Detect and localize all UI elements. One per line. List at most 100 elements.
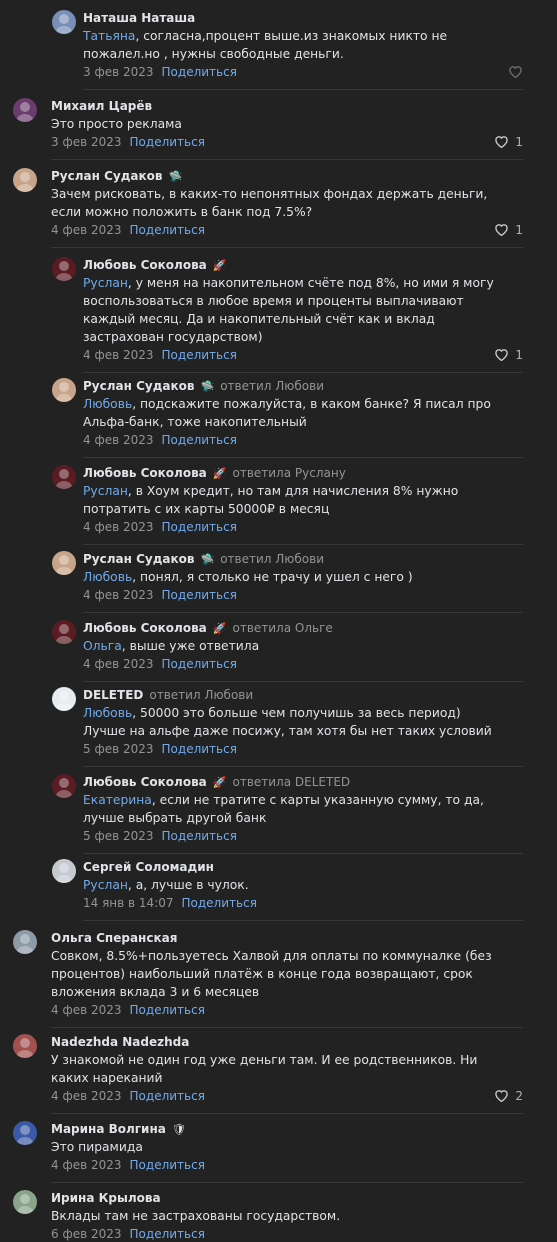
reply-to-label[interactable]: ответил Любови	[220, 379, 324, 393]
reply-to-label[interactable]: ответила Руслану	[232, 466, 345, 480]
mention-link[interactable]: Екатерина	[83, 793, 152, 807]
comment-author[interactable]: Любовь Соколова	[83, 775, 207, 789]
comment-author[interactable]: Любовь Соколова	[83, 466, 207, 480]
share-button[interactable]: Поделиться	[162, 742, 237, 756]
comment-date[interactable]: 4 фев 2023	[51, 1003, 122, 1017]
avatar[interactable]	[52, 257, 76, 281]
comment-body: , подскажите пожалуйста, в каком банке? …	[83, 397, 491, 429]
heart-icon	[494, 347, 509, 362]
comment-author[interactable]: Любовь Соколова	[83, 258, 207, 272]
heart-icon	[494, 134, 509, 149]
like-count: 2	[515, 1088, 523, 1103]
comment-body: Это пирамида	[51, 1140, 143, 1154]
share-button[interactable]: Поделиться	[162, 588, 237, 602]
share-button[interactable]: Поделиться	[162, 657, 237, 671]
comment-author[interactable]: Руслан Судаков	[83, 552, 195, 566]
comment-author[interactable]: Сергей Соломадин	[83, 860, 214, 874]
comment-date[interactable]: 4 фев 2023	[51, 223, 122, 237]
share-button[interactable]: Поделиться	[162, 433, 237, 447]
share-button[interactable]: Поделиться	[162, 348, 237, 362]
comment-text: Ольга, выше уже ответила	[83, 637, 507, 655]
comment-body: Совком, 8.5%+пользуетесь Халвой для опла…	[51, 949, 492, 999]
mention-link[interactable]: Татьяна	[83, 29, 135, 43]
reply-to-label[interactable]: ответила Ольге	[232, 621, 332, 635]
avatar[interactable]	[52, 10, 76, 34]
divider	[51, 1182, 523, 1183]
share-button[interactable]: Поделиться	[130, 135, 205, 149]
avatar[interactable]	[13, 1190, 37, 1214]
comment-body: , выше уже ответила	[121, 639, 260, 653]
comment-author[interactable]: Марина Волгина	[51, 1122, 166, 1136]
comment-date[interactable]: 4 фев 2023	[83, 348, 154, 362]
heart-icon	[508, 64, 523, 79]
comment-date[interactable]: 5 фев 2023	[83, 829, 154, 843]
comment-author[interactable]: DELETED	[83, 688, 143, 702]
mention-link[interactable]: Руслан	[83, 484, 128, 498]
divider	[83, 457, 523, 458]
avatar[interactable]	[52, 551, 76, 575]
comment-date[interactable]: 4 фев 2023	[83, 520, 154, 534]
share-button[interactable]: Поделиться	[130, 223, 205, 237]
comment-author[interactable]: Руслан Судаков	[83, 379, 195, 393]
share-button[interactable]: Поделиться	[162, 829, 237, 843]
share-button[interactable]: Поделиться	[182, 896, 257, 910]
comment-date[interactable]: 4 фев 2023	[51, 1089, 122, 1103]
comment-text: Совком, 8.5%+пользуетесь Халвой для опла…	[51, 947, 507, 1001]
share-button[interactable]: Поделиться	[130, 1003, 205, 1017]
avatar[interactable]	[52, 465, 76, 489]
like-button[interactable]: 1	[494, 347, 523, 363]
reply-to-label[interactable]: ответил Любови	[149, 688, 253, 702]
reply-to-label[interactable]: ответил Любови	[220, 552, 324, 566]
divider	[83, 853, 523, 854]
reply-to-label[interactable]: ответила DELETED	[232, 775, 350, 789]
like-button[interactable]: 2	[494, 1088, 523, 1104]
divider	[51, 1113, 523, 1114]
share-button[interactable]: Поделиться	[130, 1158, 205, 1172]
mention-link[interactable]: Руслан	[83, 878, 128, 892]
avatar[interactable]	[13, 930, 37, 954]
comment-date[interactable]: 4 фев 2023	[83, 657, 154, 671]
comment-date[interactable]: 6 фев 2023	[51, 1227, 122, 1241]
like-button[interactable]: 1	[494, 222, 523, 238]
comment-date[interactable]: 3 фев 2023	[83, 65, 154, 79]
mention-link[interactable]: Любовь	[83, 397, 132, 411]
avatar[interactable]	[13, 168, 37, 192]
comment-author[interactable]: Ольга Сперанская	[51, 931, 177, 945]
avatar[interactable]	[13, 1121, 37, 1145]
comment-date[interactable]: 4 фев 2023	[83, 433, 154, 447]
comment-text: Это пирамида	[51, 1138, 507, 1156]
comment-date[interactable]: 4 фев 2023	[51, 1158, 122, 1172]
like-button[interactable]	[508, 64, 523, 80]
comment-author[interactable]: Руслан Судаков	[51, 169, 163, 183]
comment-author[interactable]: Наташа Наташа	[83, 11, 195, 25]
share-button[interactable]: Поделиться	[130, 1089, 205, 1103]
share-button[interactable]: Поделиться	[130, 1227, 205, 1241]
avatar[interactable]	[52, 859, 76, 883]
comment-author[interactable]: Nadezhda Nadezhda	[51, 1035, 189, 1049]
comment-author[interactable]: Михаил Царёв	[51, 99, 152, 113]
share-button[interactable]: Поделиться	[162, 65, 237, 79]
comment-text: Екатерина, если не тратите с карты указа…	[83, 791, 507, 827]
comment-author[interactable]: Ирина Крылова	[51, 1191, 161, 1205]
comment-text: Вклады там не застрахованы государством.	[51, 1207, 507, 1225]
avatar[interactable]	[52, 687, 76, 711]
comment-date[interactable]: 4 фев 2023	[83, 588, 154, 602]
avatar[interactable]	[13, 1034, 37, 1058]
avatar[interactable]	[52, 378, 76, 402]
avatar[interactable]	[52, 774, 76, 798]
like-button[interactable]: 1	[494, 134, 523, 150]
like-count: 1	[515, 222, 523, 237]
comment-date[interactable]: 5 фев 2023	[83, 742, 154, 756]
mention-link[interactable]: Любовь	[83, 706, 132, 720]
share-button[interactable]: Поделиться	[162, 520, 237, 534]
comment-date[interactable]: 14 янв в 14:07	[83, 896, 174, 910]
comment-date[interactable]: 3 фев 2023	[51, 135, 122, 149]
mention-link[interactable]: Любовь	[83, 570, 132, 584]
avatar[interactable]	[52, 620, 76, 644]
comment-text: У знакомой не один год уже деньги там. И…	[51, 1051, 507, 1087]
comment-body: , понял, я столько не трачу и ушел с нег…	[132, 570, 413, 584]
mention-link[interactable]: Ольга	[83, 639, 122, 653]
avatar[interactable]	[13, 98, 37, 122]
mention-link[interactable]: Руслан	[83, 276, 128, 290]
comment-author[interactable]: Любовь Соколова	[83, 621, 207, 635]
